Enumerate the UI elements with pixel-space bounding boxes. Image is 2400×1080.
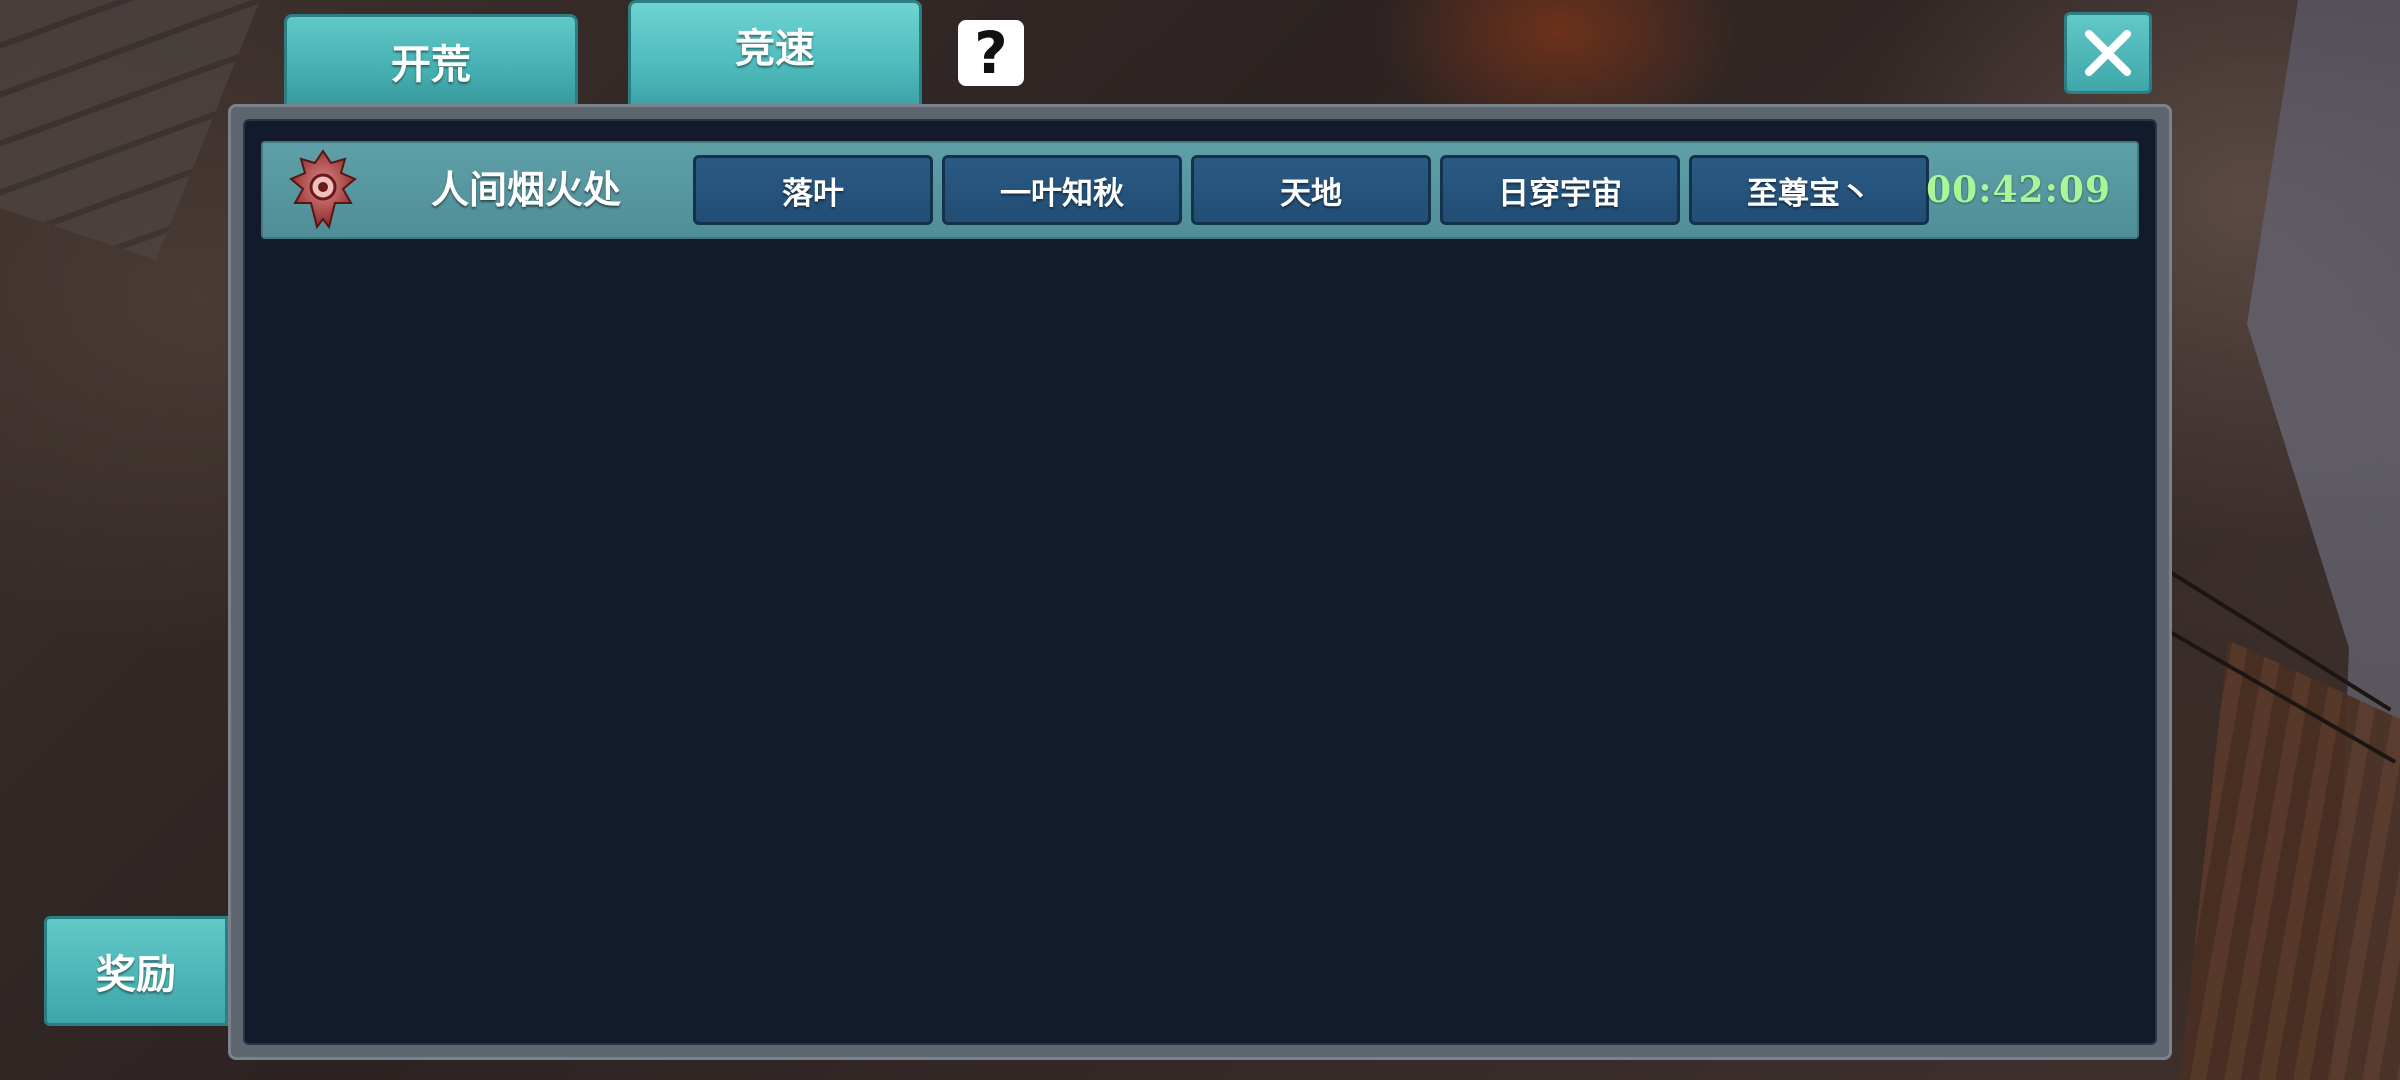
member-button[interactable]: 至尊宝丶 [1689,155,1929,225]
reward-label: 奖励 [96,951,176,998]
game-screen: 开荒 竞速 ? 人间烟火处 落叶 一叶知秋 天地 日穿宇宙 至尊宝丶 00:42… [0,0,2400,1080]
tab-kaihuang[interactable]: 开荒 [284,14,578,104]
list-item[interactable]: 人间烟火处 落叶 一叶知秋 天地 日穿宇宙 至尊宝丶 00:42:09 [261,141,2139,239]
guild-name: 人间烟火处 [431,167,622,212]
tab-jingsu[interactable]: 竞速 [628,0,922,104]
member-button[interactable]: 一叶知秋 [942,155,1182,225]
background-wood-deck [2180,640,2400,1080]
tab-label: 开荒 [391,40,471,88]
member-button[interactable]: 天地 [1191,155,1431,225]
race-time: 00:42:09 [1926,169,2111,211]
tab-label: 竞速 [735,24,815,72]
reward-button[interactable]: 奖励 [44,916,228,1026]
race-list[interactable]: 人间烟火处 落叶 一叶知秋 天地 日穿宇宙 至尊宝丶 00:42:09 [243,119,2157,1045]
help-button[interactable]: ? [958,20,1024,86]
close-button[interactable] [2064,12,2152,94]
question-mark-icon: ? [974,19,1008,87]
member-button[interactable]: 落叶 [693,155,933,225]
close-x-icon [2085,30,2131,76]
background-stone [0,0,260,260]
member-button[interactable]: 日穿宇宙 [1440,155,1680,225]
guild-emblem-icon [289,149,357,230]
race-panel: 人间烟火处 落叶 一叶知秋 天地 日穿宇宙 至尊宝丶 00:42:09 [228,104,2172,1060]
